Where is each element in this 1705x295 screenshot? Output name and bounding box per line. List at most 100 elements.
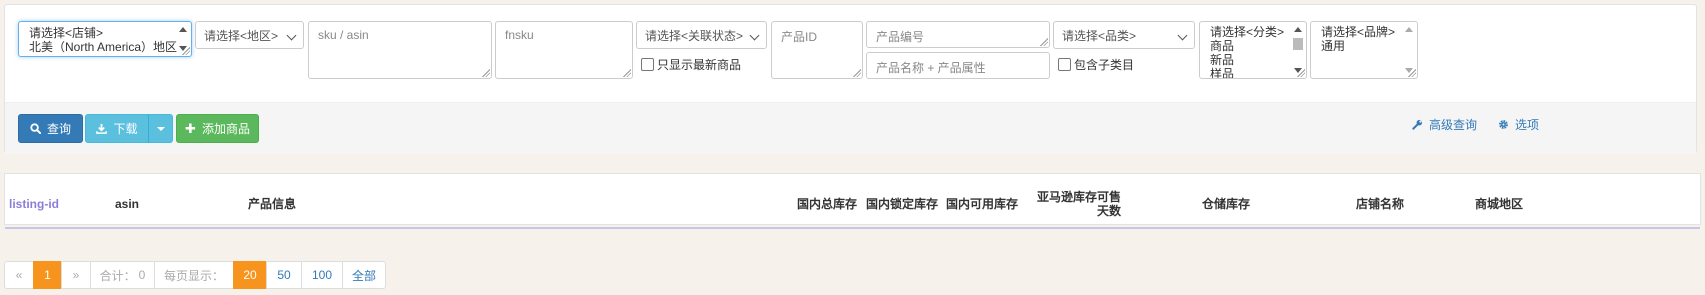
product-name-input[interactable]: 产品名称 + 产品属性 <box>866 52 1050 79</box>
include-subcategory-label: 包含子类目 <box>1074 58 1135 72</box>
per-page-label-text: 每页显示： <box>163 268 224 283</box>
category-select-value: 请选择<品类> <box>1062 29 1137 43</box>
query-button[interactable]: 查询 <box>18 114 83 143</box>
caret-down-icon <box>156 126 165 131</box>
checkbox-box[interactable] <box>641 58 654 71</box>
link-status-select-value: 请选择<关联状态> <box>645 29 744 43</box>
total-count: 合计： 0 <box>90 261 155 289</box>
wrench-icon <box>1412 119 1423 130</box>
scroll-up-icon[interactable] <box>1294 27 1302 32</box>
column-header-label: 仓储库存 <box>1202 197 1251 211</box>
column-header-domestic-available-stock[interactable]: 国内可用库存 <box>946 182 1018 226</box>
page-size-label: 50 <box>277 268 291 282</box>
column-header-label: 国内锁定库存 <box>866 197 939 211</box>
options-link[interactable]: 选项 <box>1498 116 1539 133</box>
options-label: 选项 <box>1515 118 1540 132</box>
brand-listbox[interactable]: 请选择<品牌> 通用 <box>1310 21 1418 79</box>
resize-grip-icon[interactable] <box>1408 69 1416 77</box>
scroll-thumb[interactable] <box>1293 38 1303 50</box>
brand-option[interactable]: 请选择<品牌> <box>1321 25 1407 39</box>
chevron-down-icon <box>749 30 760 41</box>
column-header-warehouse-stock[interactable]: 仓储库存 <box>1202 182 1250 226</box>
column-header-label: 亚马逊库存可售天数 <box>1036 190 1121 218</box>
chevron-down-icon <box>1177 30 1188 41</box>
per-page-label: 每页显示： <box>154 261 234 289</box>
add-product-button[interactable]: ✚ 添加商品 <box>176 114 259 143</box>
checkbox-box[interactable] <box>1058 58 1071 71</box>
column-header-label: 产品信息 <box>248 197 297 211</box>
class-option[interactable]: 请选择<分类> <box>1210 25 1296 39</box>
resize-grip-icon[interactable] <box>182 47 190 55</box>
column-header-domestic-total-stock[interactable]: 国内总库存 <box>797 182 857 226</box>
download-dropdown-toggle[interactable] <box>148 114 173 143</box>
prev-page-button[interactable]: « <box>4 261 34 289</box>
resize-grip-icon[interactable] <box>853 69 861 77</box>
chevron-down-icon <box>286 30 297 41</box>
total-value: 0 <box>138 268 146 282</box>
fnsku-placeholder: fnsku <box>505 28 534 42</box>
page-size-label: 100 <box>311 268 333 282</box>
download-button[interactable]: 下载 <box>85 114 149 143</box>
search-icon <box>30 123 41 134</box>
search-panel: 请选择<店铺> 北美（North America）地区 请选择<地区> sku … <box>4 4 1697 154</box>
page-size-100[interactable]: 100 <box>301 261 343 289</box>
include-subcategory-checkbox[interactable]: 包含子类目 <box>1058 56 1134 73</box>
column-header-amazon-sellable-days[interactable]: 亚马逊库存可售天数 <box>1030 182 1121 226</box>
region-select[interactable]: 请选择<地区> <box>195 21 304 49</box>
sku-asin-input[interactable]: sku / asin <box>308 21 492 79</box>
column-header-asin[interactable]: asin <box>115 182 139 226</box>
class-listbox[interactable]: 请选择<分类> 商品 新品 样品 <box>1199 21 1307 79</box>
column-header-product-info[interactable]: 产品信息 <box>248 182 296 226</box>
download-icon <box>96 123 108 134</box>
next-page-label: » <box>72 268 80 282</box>
scroll-up-icon[interactable] <box>179 27 187 32</box>
plus-icon: ✚ <box>185 121 196 136</box>
product-id-placeholder: 产品ID <box>781 30 818 44</box>
column-header-domestic-locked-stock[interactable]: 国内锁定库存 <box>866 182 938 226</box>
column-header-label: asin <box>115 197 140 211</box>
page-size-label: 全部 <box>351 268 376 283</box>
column-header-label: 国内总库存 <box>797 197 858 211</box>
sku-asin-placeholder: sku / asin <box>318 28 369 42</box>
shop-select-placeholder: 请选择<店铺> <box>29 26 104 40</box>
prev-page-label: « <box>15 268 23 282</box>
shop-select-selected[interactable]: 北美（North America）地区 <box>29 40 181 54</box>
pagination: « 1 » 合计： 0 每页显示： 20 50 100 全部 <box>4 261 386 289</box>
latest-only-checkbox[interactable]: 只显示最新商品 <box>641 56 741 73</box>
link-status-select[interactable]: 请选择<关联状态> <box>636 21 767 49</box>
column-header-label: 商城地区 <box>1475 197 1524 211</box>
category-select[interactable]: 请选择<品类> <box>1053 21 1195 49</box>
total-label: 合计： <box>99 268 136 283</box>
product-code-input[interactable]: 产品编号 <box>866 21 1050 48</box>
column-header-label: 店铺名称 <box>1356 197 1405 211</box>
next-page-button[interactable]: » <box>61 261 91 289</box>
resize-grip-icon[interactable] <box>623 69 631 77</box>
class-option[interactable]: 样品 <box>1210 67 1296 78</box>
page-size-20[interactable]: 20 <box>233 261 267 289</box>
column-header-listing-id[interactable]: listing-id <box>9 182 59 226</box>
resize-grip-icon[interactable] <box>482 69 490 77</box>
product-id-input[interactable]: 产品ID <box>771 21 863 79</box>
page-1-button[interactable]: 1 <box>33 261 62 289</box>
resize-grip-icon[interactable] <box>1297 69 1305 77</box>
query-button-label: 查询 <box>46 122 71 136</box>
page-size-50[interactable]: 50 <box>266 261 302 289</box>
resize-grip-icon[interactable] <box>1040 38 1048 46</box>
advanced-query-link[interactable]: 高级查询 <box>1412 116 1477 133</box>
toolbar: 查询 下载 ✚ 添加商品 高级查询 选项 <box>5 102 1696 154</box>
product-name-placeholder: 产品名称 + 产品属性 <box>876 61 986 75</box>
product-code-placeholder: 产品编号 <box>876 30 925 44</box>
column-header-marketplace-region[interactable]: 商城地区 <box>1475 182 1523 226</box>
scroll-up-icon[interactable] <box>1405 27 1413 32</box>
page-number-label: 1 <box>44 268 51 282</box>
column-header-shop-name[interactable]: 店铺名称 <box>1356 182 1404 226</box>
page-size-all[interactable]: 全部 <box>342 261 386 289</box>
gear-icon <box>1499 120 1508 129</box>
advanced-query-label: 高级查询 <box>1429 118 1478 132</box>
shop-select[interactable]: 请选择<店铺> 北美（North America）地区 <box>18 21 192 57</box>
class-option[interactable]: 商品 <box>1210 39 1296 53</box>
fnsku-input[interactable]: fnsku <box>495 21 633 79</box>
class-option[interactable]: 新品 <box>1210 53 1296 67</box>
brand-option[interactable]: 通用 <box>1321 39 1407 53</box>
download-button-label: 下载 <box>113 122 138 136</box>
